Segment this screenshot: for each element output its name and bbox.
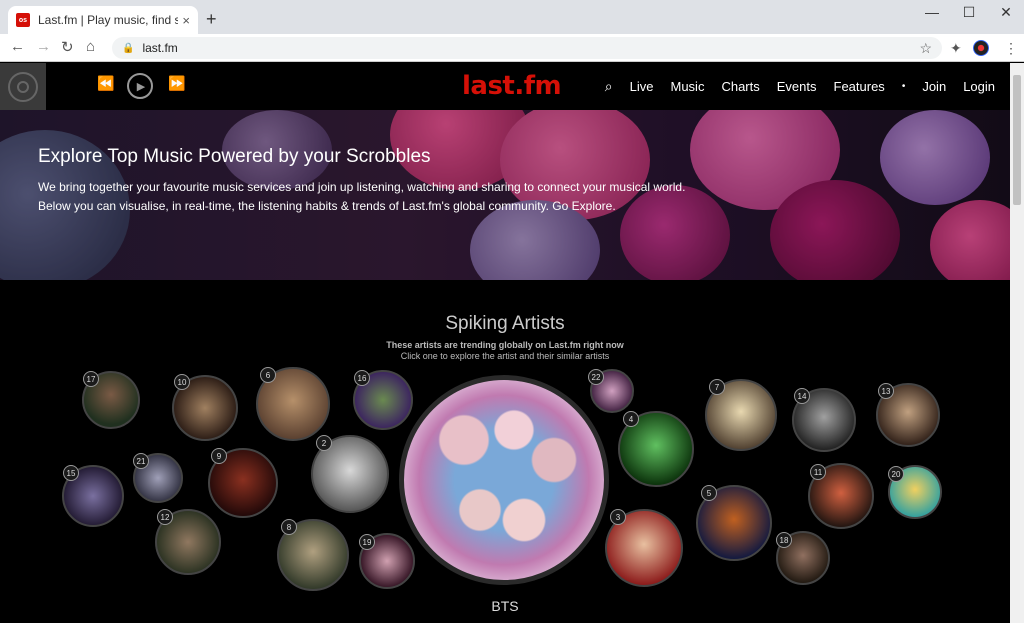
hero-text-line1: We bring together your favourite music s… (38, 180, 686, 194)
rank-badge: 9 (211, 448, 227, 464)
rank-badge: 21 (133, 453, 149, 469)
browser-tab[interactable]: os Last.fm | Play music, find songs, a × (8, 6, 198, 34)
next-track-icon[interactable]: ⏩ (168, 75, 185, 92)
lastfm-logo[interactable]: last.fm (462, 71, 562, 101)
rank-badge: 22 (588, 369, 604, 385)
rank-badge: 19 (359, 534, 375, 550)
rank-badge: 7 (709, 379, 725, 395)
nav-separator-dot: • (901, 81, 906, 92)
search-icon[interactable]: ⌕ (605, 78, 613, 95)
rank-badge: 5 (701, 485, 717, 501)
tab-close-icon[interactable]: × (182, 13, 190, 28)
join-link[interactable]: Join (922, 79, 946, 94)
disc-icon (8, 71, 38, 102)
hero-title: Explore Top Music Powered by your Scrobb… (38, 146, 431, 167)
spiking-artists-title: Spiking Artists (445, 313, 565, 334)
page-scrollbar[interactable] (1010, 63, 1024, 623)
nav-live[interactable]: Live (630, 79, 654, 94)
url-text[interactable]: last.fm (142, 41, 177, 55)
scrollbar-thumb[interactable] (1013, 75, 1021, 205)
rank-badge: 14 (794, 388, 810, 404)
rank-badge: 15 (63, 465, 79, 481)
nav-features[interactable]: Features (834, 79, 885, 94)
rank-badge: 20 (888, 466, 904, 482)
main-nav: ⌕ Live Music Charts Events Features • Jo… (605, 78, 995, 95)
minimize-button[interactable]: — (914, 4, 950, 20)
rank-badge: 18 (776, 532, 792, 548)
hero-banner: Explore Top Music Powered by your Scrobb… (0, 110, 1010, 280)
back-button[interactable]: ← (10, 38, 25, 55)
nav-music[interactable]: Music (671, 79, 705, 94)
browser-toolbar: ← → ↻ ⌂ 🔒 last.fm ☆ ✦ ⋮ (0, 34, 1024, 62)
rank-badge: 17 (83, 371, 99, 387)
rank-badge: 13 (878, 383, 894, 399)
lastfm-favicon-icon: os (16, 13, 30, 27)
maximize-button[interactable]: ☐ (951, 4, 987, 21)
rank-badge: 16 (354, 370, 370, 386)
extensions-icon[interactable]: ✦ (950, 40, 962, 57)
hero-text-line2: Below you can visualise, in real-time, t… (38, 199, 616, 213)
rank-badge: 12 (157, 509, 173, 525)
address-bar[interactable]: 🔒 last.fm ☆ (112, 37, 942, 59)
lock-icon: 🔒 (122, 42, 135, 54)
close-window-button[interactable]: ✕ (988, 4, 1024, 21)
login-link[interactable]: Login (963, 79, 995, 94)
rank-badge: 11 (810, 464, 826, 480)
bookmark-star-icon[interactable]: ☆ (919, 40, 932, 57)
tab-title: Last.fm | Play music, find songs, a (38, 13, 178, 27)
player-toggle-button[interactable] (0, 63, 46, 110)
site-header: ⏪ ▶ ⏩ last.fm ⌕ Live Music Charts Events… (0, 63, 1010, 110)
previous-track-icon[interactable]: ⏪ (97, 75, 114, 92)
rank-badge: 2 (316, 435, 332, 451)
browser-tab-bar: os Last.fm | Play music, find songs, a ×… (0, 0, 1024, 34)
reload-button[interactable]: ↻ (61, 38, 74, 56)
rank-badge: 8 (281, 519, 297, 535)
browser-menu-icon[interactable]: ⋮ (1004, 40, 1018, 57)
nav-charts[interactable]: Charts (721, 79, 759, 94)
hero-overlay (0, 110, 1010, 280)
lastfm-page: ⏪ ▶ ⏩ last.fm ⌕ Live Music Charts Events… (0, 63, 1010, 623)
rank-badge: 4 (623, 411, 639, 427)
new-tab-button[interactable]: + (206, 9, 217, 30)
featured-artist-name[interactable]: BTS (0, 598, 1010, 614)
profile-avatar-icon[interactable] (973, 40, 989, 56)
play-icon: ▶ (136, 80, 146, 93)
rank-badge: 6 (260, 367, 276, 383)
spiking-artists-subtitle-bold: These artists are trending globally on L… (386, 340, 624, 350)
artist-bubble-bts-featured[interactable] (399, 375, 609, 585)
spiking-artists-subtitle: Click one to explore the artist and thei… (400, 351, 610, 361)
rank-badge: 10 (174, 374, 190, 390)
forward-button[interactable]: → (36, 38, 51, 55)
play-button[interactable]: ▶ (127, 73, 153, 99)
nav-events[interactable]: Events (777, 79, 817, 94)
rank-badge: 3 (610, 509, 626, 525)
home-button[interactable]: ⌂ (86, 38, 95, 55)
